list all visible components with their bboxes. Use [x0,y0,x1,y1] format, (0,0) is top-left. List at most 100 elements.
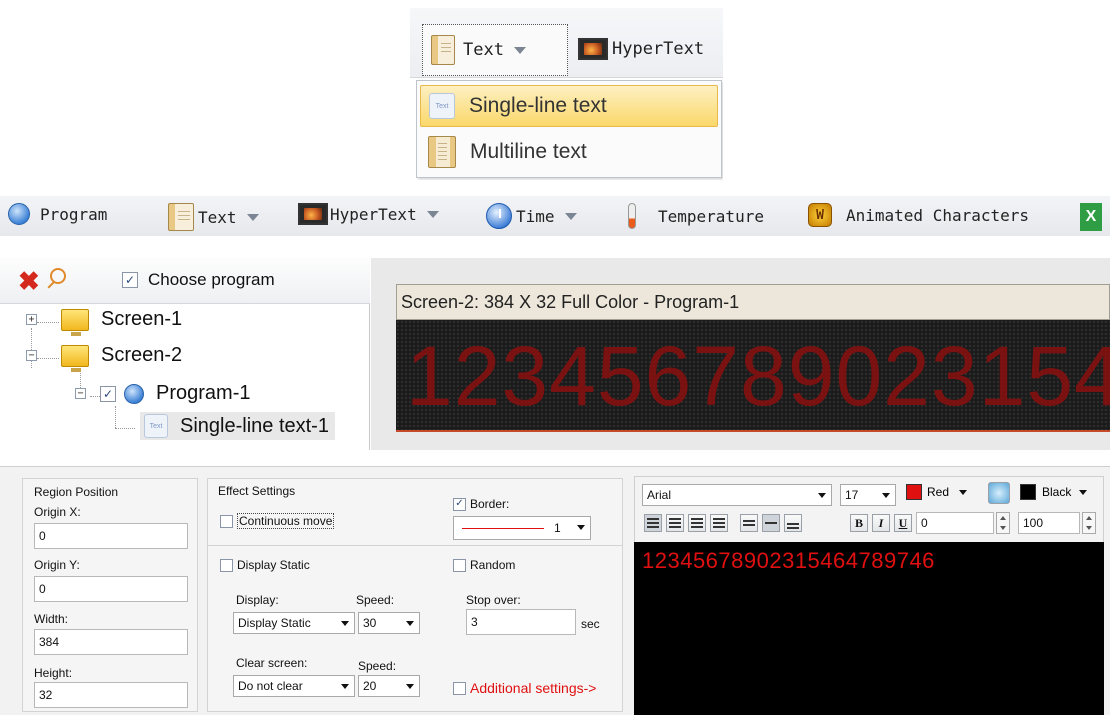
editor-canvas[interactable]: 123456789023154647897​46 [634,542,1104,715]
border-line-preview [462,528,544,529]
checkbox-checked-icon: ✓ [453,497,466,511]
additional-settings-link[interactable]: Additional settings-> [453,680,596,696]
valign-top-icon [743,520,755,526]
valign-middle-button[interactable] [762,514,780,532]
collapse-icon[interactable]: − [26,350,37,361]
screen-icon [61,344,89,372]
tree-node-label: Screen-2 [101,344,183,366]
speed-2-select[interactable]: 20 [358,675,420,697]
thermometer-icon [628,203,636,229]
checkbox-icon [220,558,233,572]
background-color-swatch [1020,484,1036,500]
checkbox-icon [453,558,466,572]
checkbox-icon [453,681,466,695]
speed-2-label: Speed: [358,659,397,673]
char-spacing-input[interactable]: 0 [916,512,994,534]
italic-button[interactable]: I [872,514,890,532]
effect-settings-title: Effect Settings [218,484,296,498]
led-preview-screen[interactable]: 123456789023154 [396,320,1110,432]
align-left-icon [647,518,659,528]
clear-screen-label: Clear screen: [236,656,308,670]
color-picker-icon[interactable] [988,482,1010,504]
random-checkbox[interactable]: Random [453,558,515,572]
stop-over-label: Stop over: [466,593,521,607]
char-spacing-stepper[interactable] [996,512,1010,534]
text-color-swatch [906,484,922,500]
single-line-text-icon: Text [144,414,168,438]
toolbar-program-button[interactable]: Program [8,203,107,225]
origin-x-label: Origin X: [34,505,81,519]
screen-icon [61,308,89,336]
toolbar-hypertext-button[interactable]: HyperText [298,203,439,225]
expand-icon[interactable]: + [26,314,37,325]
additional-settings-label: Additional settings-> [470,680,597,696]
text-dropdown-button[interactable]: Text [422,24,568,76]
text-color-select[interactable]: Red [906,484,968,500]
hypertext-button[interactable]: HyperText [578,38,704,60]
menu-item-multiline-text[interactable]: Multiline text [420,131,718,173]
hypertext-button-label: HyperText [612,39,705,59]
height-input[interactable]: 32 [34,682,188,708]
tree-node-screen-2[interactable]: − Screen-2 [26,344,183,372]
border-label: Border: [470,497,510,511]
origin-x-input[interactable]: 0 [34,523,188,549]
align-left-button[interactable] [644,514,662,532]
valign-bottom-button[interactable] [784,514,802,532]
single-line-text-icon: Text [429,93,455,119]
toolbar-temperature-button[interactable]: Temperature [628,203,764,229]
width-input[interactable]: 384 [34,629,188,655]
tree-node-screen-1[interactable]: + Screen-1 [26,308,182,336]
delete-icon[interactable]: ✖ [18,268,40,294]
chevron-down-icon [959,489,968,495]
bold-button[interactable]: B [850,514,868,532]
clear-screen-select[interactable]: Do not clear [233,675,355,697]
toolbar-time-button[interactable]: Time [486,203,577,229]
seconds-unit-label: sec [581,617,600,631]
toolbar-animated-characters-button[interactable]: W Animated Characters [808,203,1029,227]
underline-button[interactable]: U [894,514,912,532]
text-document-icon [168,203,194,231]
border-checkbox[interactable]: ✓ Border: [453,497,509,511]
chevron-down-icon [246,213,259,221]
tree-node-program-1[interactable]: − ✓ Program-1 [75,382,250,405]
continuous-move-checkbox[interactable]: Continuous move [220,513,335,529]
stop-over-input[interactable]: 3 [466,609,576,635]
justify-button[interactable] [710,514,728,532]
toolbar-animated-characters-label: Animated Characters [846,205,1030,225]
tree-node-single-line-text-1[interactable]: Text Single-line text-1 [140,412,335,440]
speed-select[interactable]: 30 [358,612,420,634]
divider [208,545,622,546]
align-right-icon [691,518,703,528]
background-color-select[interactable]: Black [1020,484,1088,500]
chevron-down-icon [564,212,577,220]
text-button-label: Text [463,40,504,60]
border-value: 1 [554,521,561,535]
menu-item-single-line-text[interactable]: Text Single-line text [420,85,718,127]
font-family-select[interactable]: Arial [642,484,832,506]
choose-program-checkbox[interactable]: ✓ Choose program [122,270,275,290]
toolbar-text-button[interactable]: Text [168,203,259,231]
display-static-checkbox[interactable]: Display Static [220,558,310,572]
align-center-button[interactable] [666,514,684,532]
editor-content-text[interactable]: 123456789023154647897​46 [642,548,935,574]
align-right-button[interactable] [688,514,706,532]
checkbox-checked-icon: ✓ [122,272,138,288]
collapse-icon[interactable]: − [75,388,86,399]
toolbar-excel-button[interactable]: X [1080,203,1102,231]
tree-node-label: Single-line text-1 [180,414,329,437]
scale-stepper[interactable] [1082,512,1096,534]
chevron-down-icon [426,210,439,218]
scale-input[interactable]: 100 [1018,512,1080,534]
valign-top-button[interactable] [740,514,758,532]
display-select[interactable]: Display Static [233,612,355,634]
checkbox-checked-icon[interactable]: ✓ [100,385,116,402]
toolbar-temperature-label: Temperature [658,206,764,226]
border-style-select[interactable]: 1 [453,516,591,540]
origin-y-input[interactable]: 0 [34,576,188,602]
font-size-select[interactable]: 17 [840,484,896,506]
hypertext-icon [578,38,608,60]
display-static-label: Display Static [237,558,310,572]
chevron-down-icon [1079,489,1088,495]
checkbox-icon [220,514,233,528]
random-label: Random [470,558,516,572]
